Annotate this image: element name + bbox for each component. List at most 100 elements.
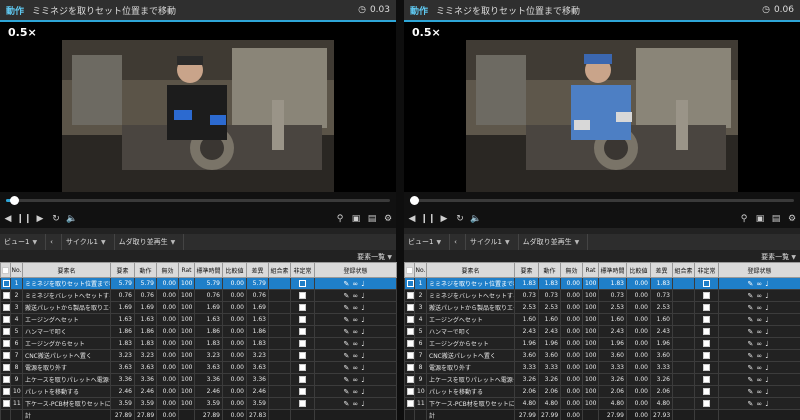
right-tab-motion[interactable]: 動作 [404, 4, 436, 17]
pause-icon[interactable]: ❙❙ [420, 214, 436, 224]
column-header[interactable]: 要素名 [22, 262, 111, 278]
row-checkbox[interactable] [404, 361, 415, 374]
column-header[interactable]: 要素 [514, 262, 539, 278]
left-view-select[interactable]: ビュー1 ▼ [0, 234, 47, 250]
mic-icon[interactable]: ♩ [765, 388, 771, 396]
combined-cell[interactable] [268, 301, 291, 314]
left-video-player[interactable]: 0.5× [0, 22, 396, 192]
nonroutine-cell[interactable] [694, 373, 719, 386]
checkbox[interactable] [3, 280, 10, 287]
nonroutine-cell[interactable] [290, 301, 315, 314]
mic-icon[interactable]: ♩ [361, 340, 367, 348]
mic-icon[interactable]: ♩ [361, 292, 367, 300]
combined-cell[interactable] [268, 397, 291, 410]
nonroutine-cell[interactable] [694, 277, 719, 290]
nonroutine-cell[interactable] [694, 337, 719, 350]
link-icon[interactable]: ∞ [756, 340, 765, 348]
combined-cell[interactable] [672, 397, 695, 410]
checkbox[interactable] [407, 328, 414, 335]
mic-icon[interactable]: ♩ [765, 328, 771, 336]
combined-cell[interactable] [672, 325, 695, 338]
checkbox[interactable] [299, 340, 306, 347]
mic-icon[interactable]: ♩ [361, 328, 367, 336]
checkbox[interactable] [299, 328, 306, 335]
left-seek-track[interactable] [6, 196, 390, 205]
column-header[interactable]: 非定常 [290, 262, 315, 278]
table-row[interactable]: 3搬送パレットから製品を取りエージングへ2.532.530.001002.530… [404, 301, 800, 314]
mic-icon[interactable]: ♩ [361, 400, 367, 408]
checkbox[interactable] [406, 266, 413, 274]
row-checkbox[interactable] [0, 349, 11, 362]
row-checkbox[interactable] [0, 325, 11, 338]
volume-icon[interactable]: 🔈 [468, 214, 484, 224]
nonroutine-cell[interactable] [290, 385, 315, 398]
mic-icon[interactable]: ♩ [361, 376, 367, 384]
link-icon[interactable]: ∞ [756, 292, 765, 300]
folder-icon[interactable]: ▤ [768, 214, 784, 224]
row-checkbox[interactable] [404, 289, 415, 302]
column-header[interactable]: Rat [582, 262, 599, 278]
row-checkbox[interactable] [0, 301, 11, 314]
combined-cell[interactable] [268, 289, 291, 302]
column-header[interactable]: 要素名 [426, 262, 515, 278]
step-back-icon[interactable]: ◀ [0, 214, 16, 224]
checkbox[interactable] [407, 364, 414, 371]
checkbox[interactable] [3, 316, 10, 323]
combined-cell[interactable] [672, 385, 695, 398]
checkbox[interactable] [703, 340, 710, 347]
table-row[interactable]: 6 エージングからセット 1.96 1.96 0.00 100 1.96 0.00 1.96 ✎∞… [404, 337, 800, 350]
left-nav-back[interactable]: ‹ [46, 234, 62, 250]
checkbox[interactable] [407, 352, 414, 359]
table-row[interactable]: 1ミミネジを取りセット位置まで移動1.831.830.001001.830.00… [404, 277, 800, 290]
right-loop-select[interactable]: ムダ取り並再生 ▼ [519, 234, 589, 250]
row-checkbox[interactable] [404, 301, 415, 314]
table-row[interactable]: 9上ケースを取りパレットへ電源･上ケース3.363.360.001003.360… [0, 373, 397, 386]
checkbox[interactable] [299, 364, 306, 371]
table-row[interactable]: 4 エージングへセット 1.60 1.60 0.00 100 1.60 0.00 1.60 ✎∞♩ [404, 313, 800, 326]
step-back-icon[interactable]: ◀ [404, 214, 420, 224]
play-icon[interactable]: ▶ [436, 214, 452, 224]
mic-icon[interactable]: ♩ [361, 316, 367, 324]
table-row[interactable]: 5 ハンマーで叩く 2.43 2.43 0.00 100 2.43 0.00 2.43 ✎∞♩ [404, 325, 800, 338]
row-checkbox[interactable] [404, 337, 415, 350]
link-icon[interactable]: ∞ [352, 364, 361, 372]
checkbox[interactable] [407, 340, 414, 347]
table-row[interactable]: 10 パレットを移動する 2.06 2.06 0.00 100 2.06 0.00 2.06 ✎∞… [404, 385, 800, 398]
mic-icon[interactable]: ♩ [765, 316, 771, 324]
nonroutine-cell[interactable] [290, 313, 315, 326]
right-element-list-select[interactable]: 要素一覧 ▼ [761, 252, 796, 262]
mic-icon[interactable]: ♩ [361, 364, 367, 372]
combined-cell[interactable] [268, 361, 291, 374]
nonroutine-cell[interactable] [290, 397, 315, 410]
checkbox[interactable] [703, 388, 710, 395]
mic-icon[interactable]: ♩ [361, 280, 367, 288]
table-row[interactable]: 2 ミミネジをバレットへセットする 0.73 0.73 0.00 100 0.73 0.00 0… [404, 289, 800, 302]
select-all-checkbox[interactable] [0, 262, 11, 278]
nonroutine-cell[interactable] [694, 361, 719, 374]
left-tab-motion[interactable]: 動作 [0, 4, 32, 17]
right-seek-handle[interactable] [409, 196, 419, 205]
checkbox[interactable] [3, 340, 10, 347]
row-checkbox[interactable] [404, 385, 415, 398]
link-icon[interactable]: ∞ [352, 376, 361, 384]
nonroutine-cell[interactable] [290, 337, 315, 350]
checkbox[interactable] [3, 352, 10, 359]
right-nav-back[interactable]: ‹ [450, 234, 466, 250]
row-checkbox[interactable] [404, 397, 415, 410]
mic-icon[interactable]: ♩ [765, 376, 771, 384]
table-row[interactable]: 5 ハンマーで叩く 1.86 1.86 0.00 100 1.86 0.00 1.86 ✎∞♩ [0, 325, 397, 338]
column-header[interactable]: 組合素 [268, 262, 291, 278]
table-row[interactable]: 10 パレットを移動する 2.46 2.46 0.00 100 2.46 0.00 2.46 ✎∞… [0, 385, 397, 398]
checkbox[interactable] [703, 304, 710, 311]
pause-icon[interactable]: ❙❙ [16, 214, 32, 224]
checkbox[interactable] [703, 352, 710, 359]
combined-cell[interactable] [268, 313, 291, 326]
link-icon[interactable]: ∞ [756, 400, 765, 408]
gear-icon[interactable]: ⚙ [784, 214, 800, 224]
link-icon[interactable]: ∞ [756, 304, 765, 312]
search-icon[interactable]: ⚲ [332, 214, 348, 224]
row-checkbox[interactable] [404, 325, 415, 338]
checkbox[interactable] [407, 292, 414, 299]
checkbox[interactable] [3, 388, 10, 395]
gear-icon[interactable]: ⚙ [380, 214, 396, 224]
